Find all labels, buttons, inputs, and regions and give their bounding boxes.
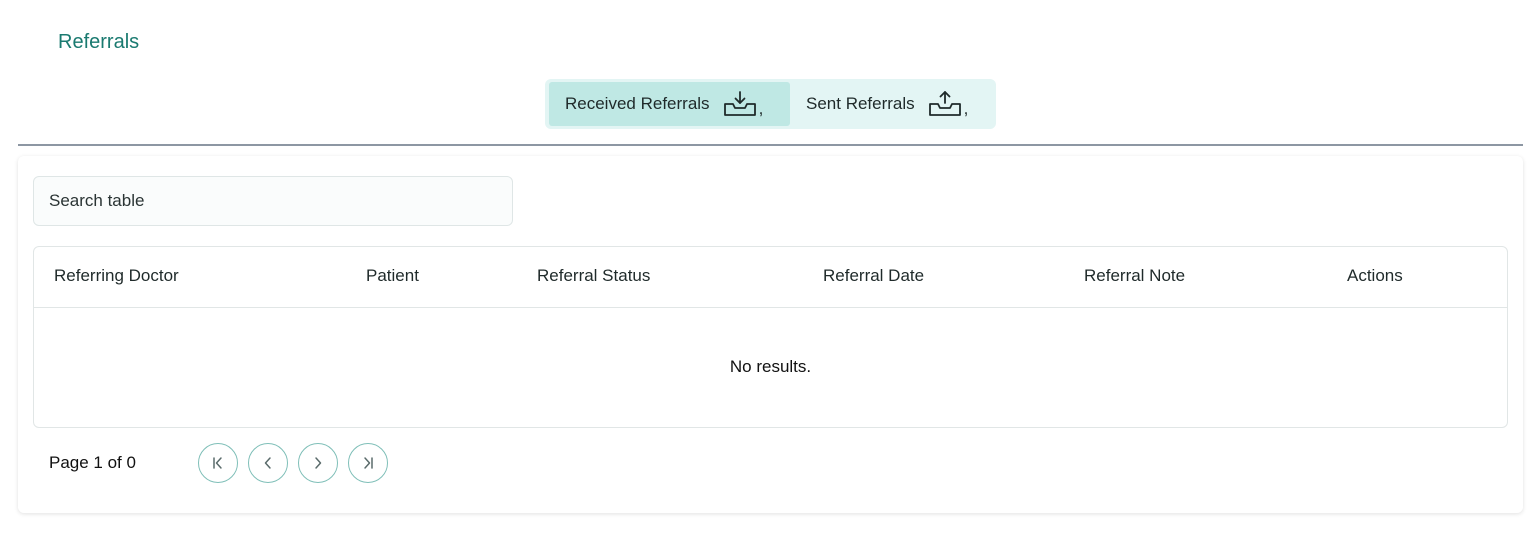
tab-sent-referrals[interactable]: Sent Referrals ,	[790, 82, 982, 126]
last-page-icon	[360, 455, 376, 471]
tab-suffix: ,	[963, 98, 969, 118]
page-indicator: Page 1 of 0	[49, 453, 136, 472]
referrals-table: Referring Doctor Patient Referral Status…	[33, 246, 1508, 428]
tab-suffix: ,	[758, 98, 764, 118]
referral-tabs: Received Referrals , Sent Referrals ,	[545, 79, 996, 129]
column-header-referral-date[interactable]: Referral Date	[823, 266, 924, 286]
column-header-patient[interactable]: Patient	[366, 266, 419, 286]
next-page-icon	[310, 455, 326, 471]
column-header-referral-status[interactable]: Referral Status	[537, 266, 650, 286]
tab-received-referrals[interactable]: Received Referrals ,	[549, 82, 790, 126]
page-title: Referrals	[58, 31, 140, 53]
tab-label: Sent Referrals	[806, 94, 915, 113]
inbox-download-icon	[723, 91, 757, 117]
first-page-button[interactable]	[198, 443, 238, 483]
header-divider	[18, 144, 1523, 146]
first-page-icon	[210, 455, 226, 471]
search-input[interactable]	[33, 176, 513, 226]
last-page-button[interactable]	[348, 443, 388, 483]
column-header-referral-note[interactable]: Referral Note	[1084, 266, 1185, 286]
previous-page-button[interactable]	[248, 443, 288, 483]
referrals-card: Referring Doctor Patient Referral Status…	[18, 156, 1523, 513]
column-header-actions: Actions	[1347, 266, 1403, 285]
tab-label: Received Referrals	[565, 94, 710, 113]
next-page-button[interactable]	[298, 443, 338, 483]
previous-page-icon	[260, 455, 276, 471]
empty-state-text: No results.	[729, 357, 812, 376]
table-header: Referring Doctor Patient Referral Status…	[34, 247, 1507, 308]
column-header-referring-doctor[interactable]: Referring Doctor	[54, 266, 179, 286]
inbox-upload-icon	[928, 91, 962, 117]
